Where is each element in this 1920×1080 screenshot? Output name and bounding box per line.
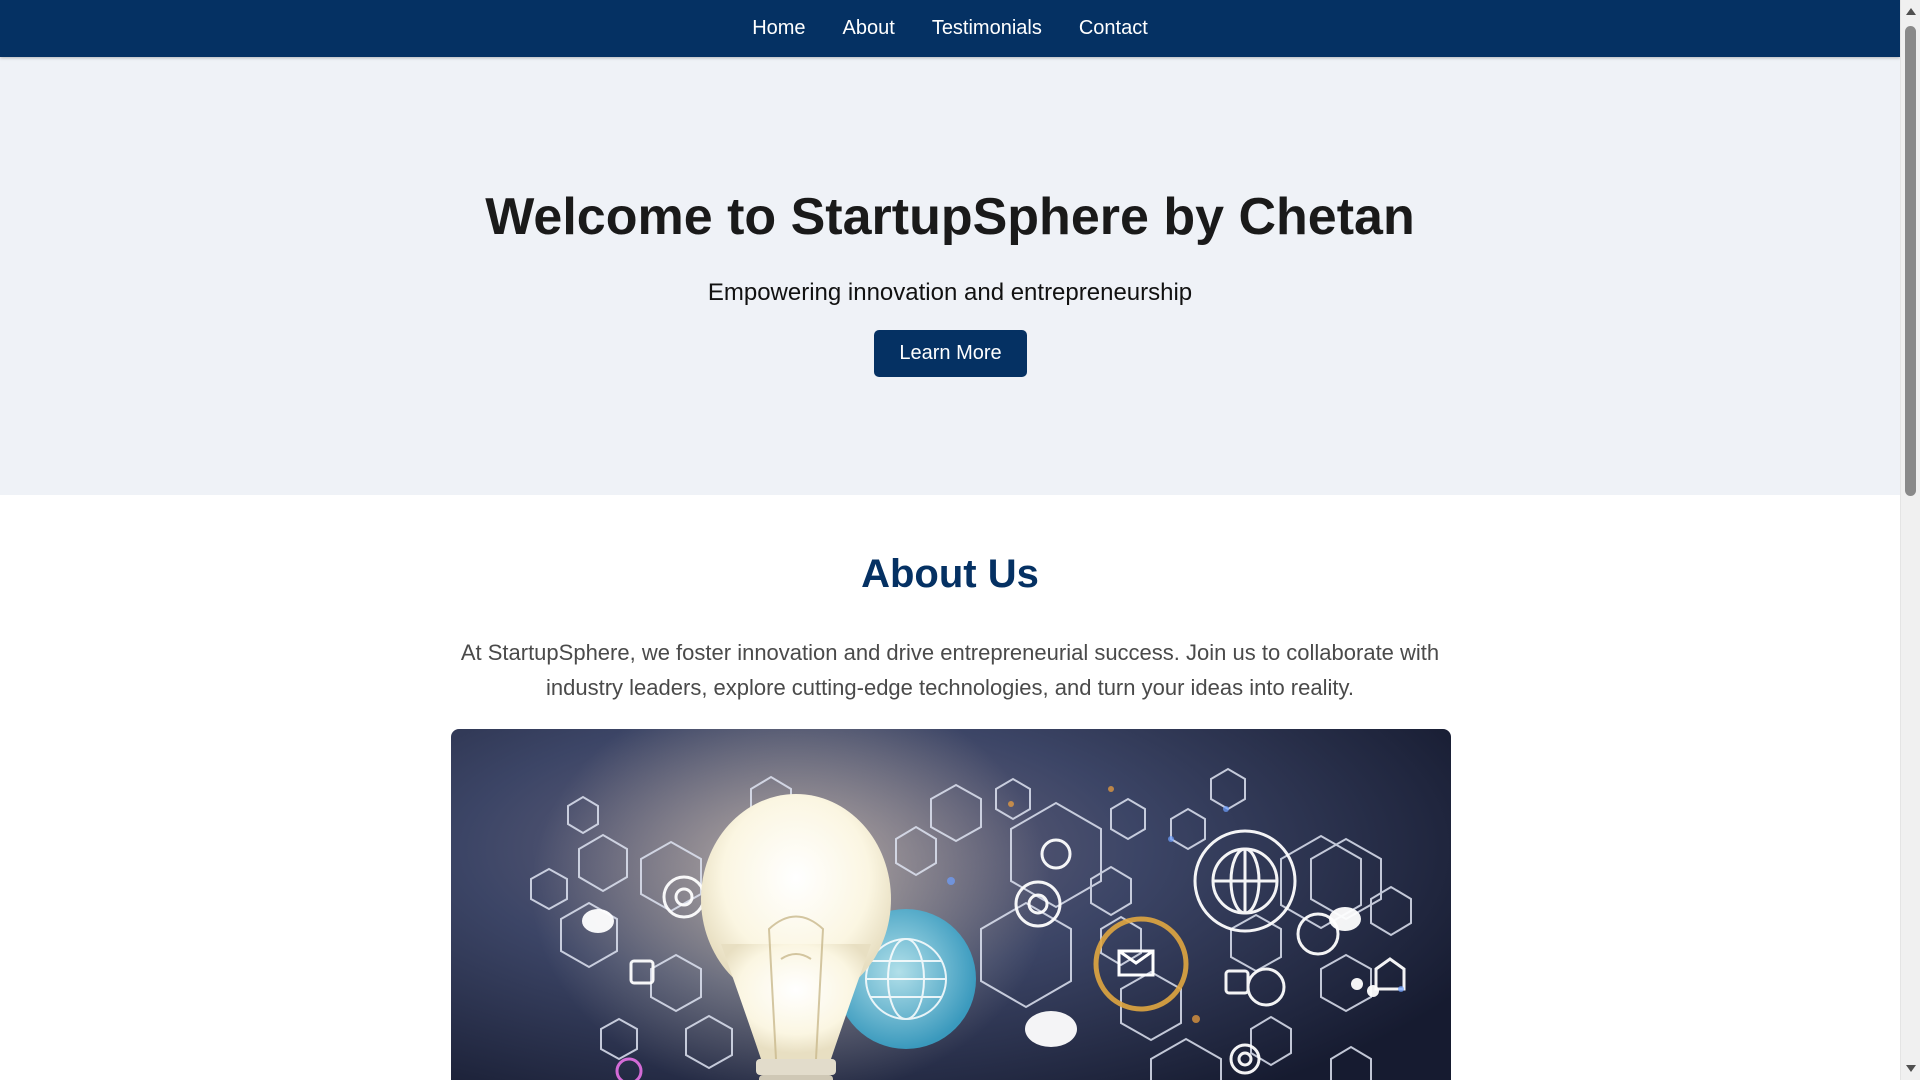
top-navbar: Home About Testimonials Contact	[0, 0, 1900, 57]
about-text: At StartupSphere, we foster innovation a…	[460, 640, 1440, 700]
about-section: About Us At StartupSphere, we foster inn…	[0, 495, 1900, 1080]
nav-link-testimonials[interactable]: Testimonials	[932, 0, 1042, 57]
hero-subtitle: Empowering innovation and entrepreneursh…	[707, 279, 1193, 306]
scrollbar-thumb[interactable]	[1905, 26, 1916, 496]
scroll-up-arrow-icon[interactable]	[1906, 8, 1916, 15]
hero-section: Welcome to StartupSphere by Chetan Empow…	[0, 57, 1900, 495]
scroll-down-arrow-icon[interactable]	[1906, 1065, 1916, 1072]
hero-title: Welcome to StartupSphere by Chetan	[485, 188, 1415, 246]
page: Home About Testimonials Contact Welcome …	[0, 0, 1920, 1080]
vertical-scrollbar[interactable]	[1900, 0, 1920, 1080]
nav-link-contact[interactable]: Contact	[1079, 0, 1148, 57]
lightbulb-innovation-image	[451, 729, 1451, 1080]
nav-link-about[interactable]: About	[843, 0, 895, 57]
viewport: Home About Testimonials Contact Welcome …	[0, 0, 1900, 1080]
lightbulb-illustration-icon	[451, 729, 1451, 1080]
nav-link-home[interactable]: Home	[752, 0, 805, 57]
learn-more-button[interactable]: Learn More	[874, 330, 1027, 377]
about-title: About Us	[861, 552, 1039, 596]
